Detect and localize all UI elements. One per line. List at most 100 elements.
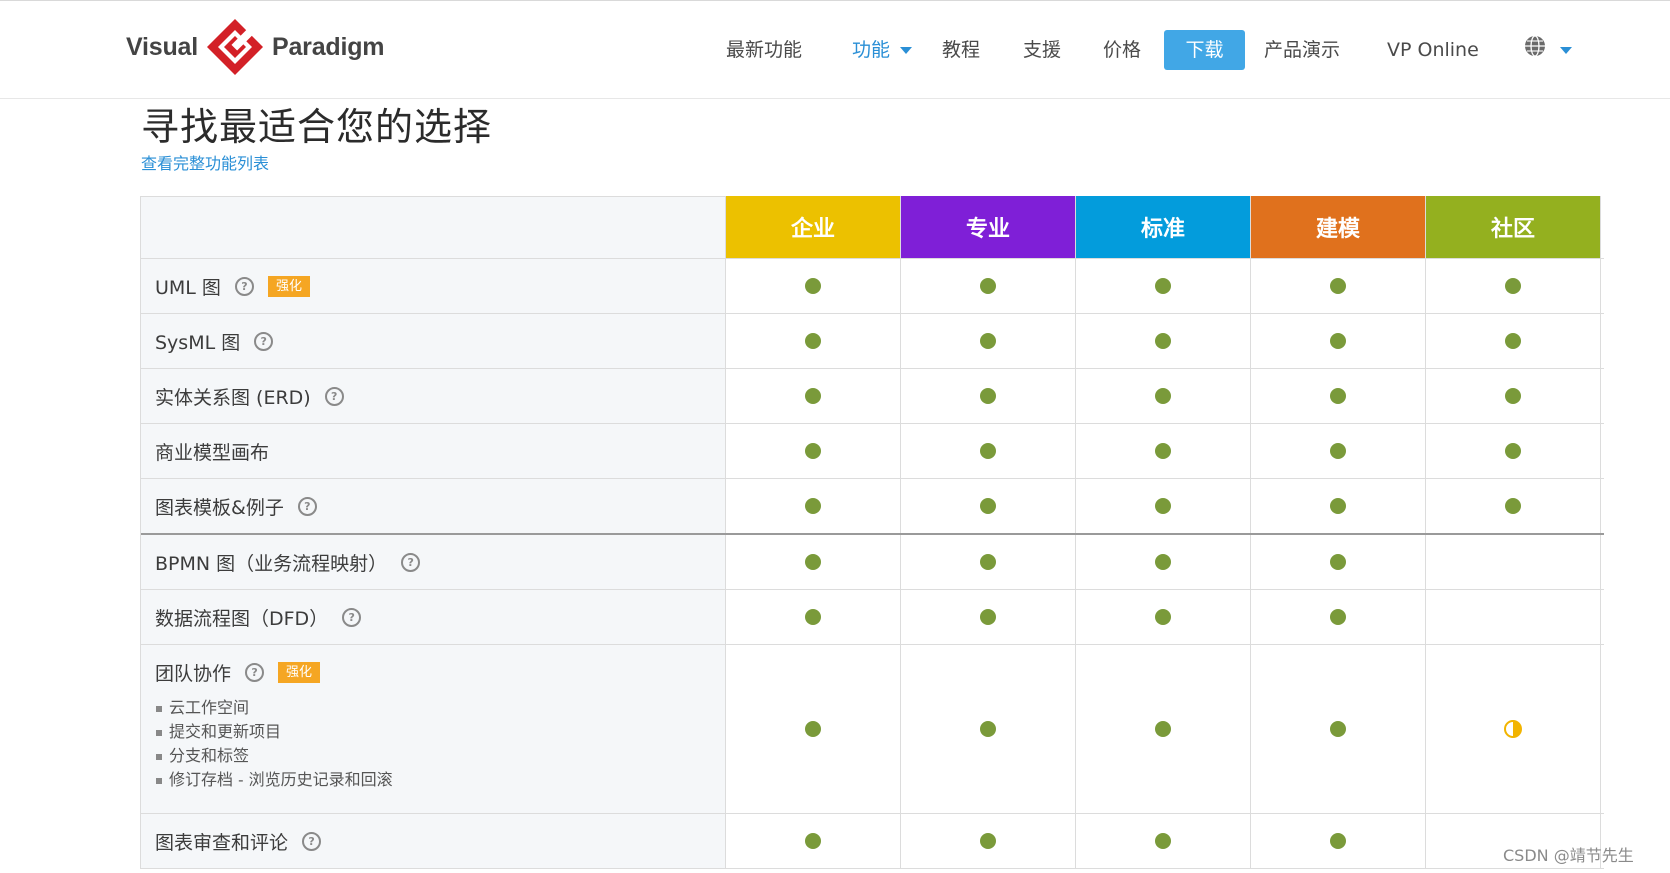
supported-dot-icon: [1155, 333, 1171, 349]
support-cell: [1251, 645, 1426, 813]
support-cell: [901, 424, 1076, 478]
help-icon[interactable]: ?: [245, 663, 265, 682]
support-cell: [726, 590, 901, 644]
comparison-table: 企业 专业 标准 建模 社区 UML 图? 强化 SysML 图? 实体关系图 (ER…: [140, 196, 1604, 869]
supported-dot-icon: [980, 721, 996, 737]
support-cell: [726, 259, 901, 313]
supported-dot-icon: [1330, 554, 1346, 570]
supported-dot-icon: [805, 554, 821, 570]
support-cell: [1076, 590, 1251, 644]
support-cell: [1251, 314, 1426, 368]
help-icon[interactable]: ?: [302, 831, 322, 851]
help-icon[interactable]: ?: [297, 496, 317, 516]
nav-vp-online[interactable]: VP Online: [1387, 30, 1479, 70]
full-feature-list-link[interactable]: 查看完整功能列表: [141, 150, 269, 174]
supported-dot-icon: [980, 554, 996, 570]
feature-row: 图表模板&例子?: [141, 479, 1604, 535]
nav-features[interactable]: 功能: [852, 30, 913, 70]
support-cell: [1076, 424, 1251, 478]
nav-whats-new[interactable]: 最新功能: [726, 30, 802, 70]
supported-dot-icon: [1155, 833, 1171, 849]
support-cell: [901, 645, 1076, 813]
feature-label: 团队协作: [155, 663, 232, 685]
feature-rows: UML 图? 强化 SysML 图? 实体关系图 (ERD)? 商业模型画布图表模板&例…: [141, 259, 1604, 869]
help-icon[interactable]: ?: [234, 276, 254, 296]
support-cell: [1251, 424, 1426, 478]
supported-dot-icon: [980, 498, 996, 514]
help-icon[interactable]: ?: [342, 607, 362, 627]
nav-product-demo[interactable]: 产品演示: [1264, 30, 1340, 70]
support-cell: [1426, 259, 1601, 313]
support-cell: [1076, 535, 1251, 589]
feature-name-cell: SysML 图?: [141, 314, 726, 368]
supported-dot-icon: [1155, 554, 1171, 570]
feature-title-line: 图表审查和评论?: [155, 828, 725, 855]
support-cell: [901, 479, 1076, 533]
support-cell: [1076, 479, 1251, 533]
support-cell: [901, 314, 1076, 368]
supported-dot-icon: [1505, 388, 1521, 404]
support-cell: [1426, 424, 1601, 478]
nav-pricing[interactable]: 价格: [1103, 30, 1141, 70]
feature-label: 图表模板&例子: [155, 496, 284, 519]
support-cell: [1251, 259, 1426, 313]
help-icon[interactable]: ?: [254, 331, 274, 351]
support-cell: [726, 535, 901, 589]
supported-dot-icon: [1330, 833, 1346, 849]
feature-name-cell: UML 图? 强化: [141, 259, 726, 313]
support-cell: [1251, 479, 1426, 533]
feature-title-line: UML 图? 强化: [155, 273, 725, 300]
supported-dot-icon: [1155, 609, 1171, 625]
watermark: CSDN @靖节先生: [1503, 846, 1634, 865]
main-nav: 最新功能 功能 教程 支援 价格 下载 产品演示 VP Online: [0, 30, 1670, 70]
supported-dot-icon: [1330, 278, 1346, 294]
supported-dot-icon: [980, 443, 996, 459]
supported-dot-icon: [1330, 609, 1346, 625]
support-cell: [901, 259, 1076, 313]
supported-dot-icon: [805, 443, 821, 459]
supported-dot-icon: [805, 333, 821, 349]
enhanced-badge: 强化: [278, 662, 321, 683]
feature-row: 图表审查和评论?: [141, 814, 1604, 869]
sub-feature-item: 提交和更新项目: [155, 720, 725, 744]
support-cell: [726, 314, 901, 368]
support-cell: [1076, 814, 1251, 868]
nav-download-button[interactable]: 下载: [1164, 30, 1245, 70]
supported-dot-icon: [980, 388, 996, 404]
feature-title-line: 商业模型画布: [155, 438, 725, 465]
edition-professional: 专业: [901, 196, 1076, 258]
support-cell: [1251, 535, 1426, 589]
edition-community: 社区: [1426, 196, 1601, 258]
supported-dot-icon: [1330, 388, 1346, 404]
supported-dot-icon: [980, 333, 996, 349]
support-cell: [901, 590, 1076, 644]
support-cell: [1251, 814, 1426, 868]
nav-tutorials[interactable]: 教程: [942, 30, 980, 70]
supported-dot-icon: [1155, 388, 1171, 404]
header-blank-cell: [141, 196, 726, 258]
feature-row: 团队协作? 强化 云工作空间 提交和更新项目 分支和标签 修订存档 - 浏览历史记录和回滚: [141, 645, 1604, 814]
supported-dot-icon: [1505, 443, 1521, 459]
help-icon[interactable]: ?: [324, 386, 344, 406]
sub-feature-item: 云工作空间: [155, 696, 725, 720]
feature-name-cell: 图表审查和评论?: [141, 814, 726, 868]
nav-support[interactable]: 支援: [1023, 30, 1061, 70]
edition-header-row: 企业 专业 标准 建模 社区: [141, 196, 1604, 259]
feature-label: 实体关系图 (ERD): [155, 386, 311, 409]
support-cell: [726, 424, 901, 478]
help-icon[interactable]: ?: [401, 552, 421, 572]
enhanced-badge: 强化: [267, 275, 310, 297]
supported-dot-icon: [805, 609, 821, 625]
support-cell: [901, 814, 1076, 868]
language-selector[interactable]: [1524, 30, 1572, 70]
support-cell: [1251, 369, 1426, 423]
feature-label: UML 图: [155, 276, 221, 299]
edition-enterprise: 企业: [726, 196, 901, 258]
supported-dot-icon: [1155, 278, 1171, 294]
supported-dot-icon: [1505, 333, 1521, 349]
supported-dot-icon: [980, 609, 996, 625]
feature-row: 商业模型画布: [141, 424, 1604, 479]
supported-dot-icon: [1155, 498, 1171, 514]
supported-dot-icon: [1155, 443, 1171, 459]
feature-label: SysML 图: [155, 331, 241, 354]
